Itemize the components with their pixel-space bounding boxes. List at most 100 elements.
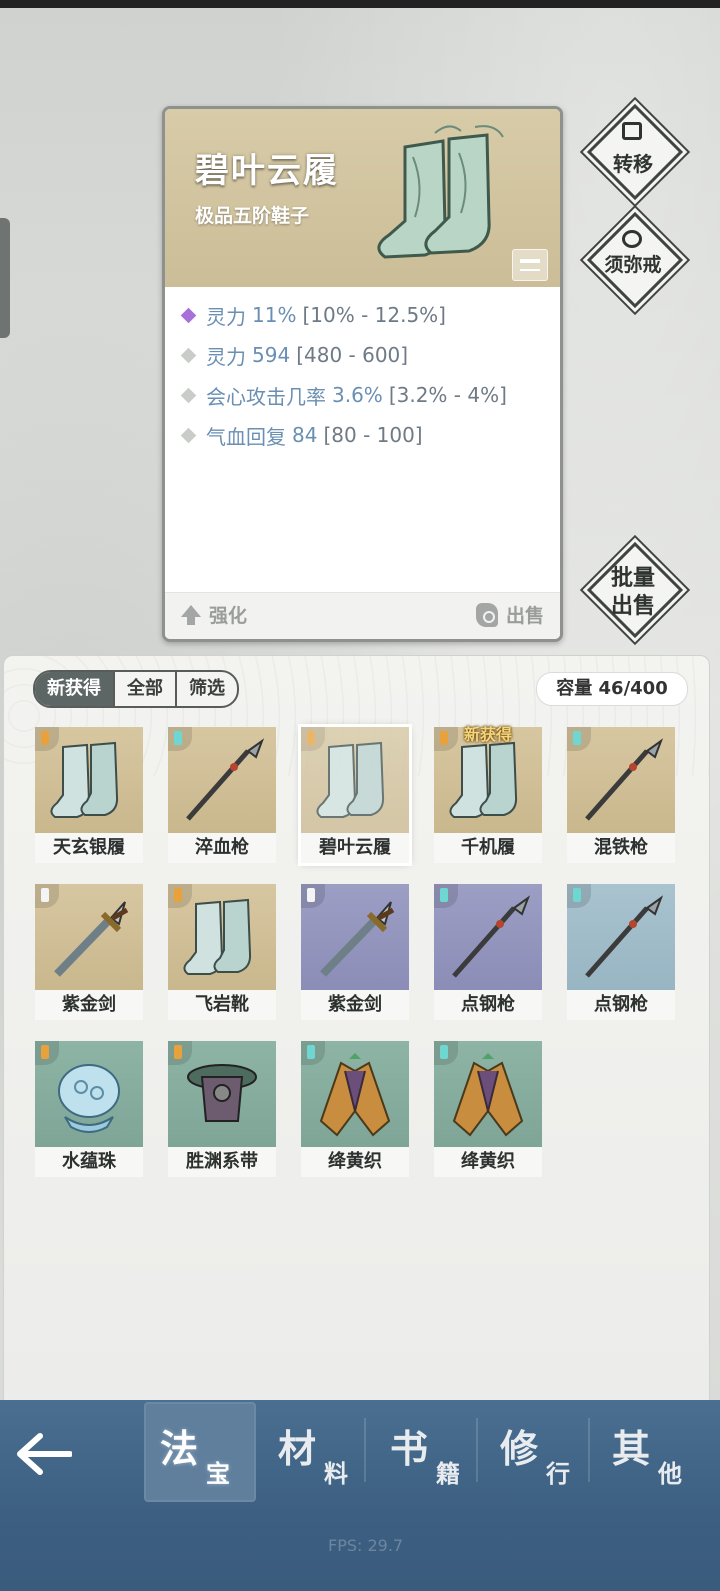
inventory-slot[interactable]: 水蕴珠: [35, 1041, 143, 1177]
stat-row: 灵力 11% [10% - 12.5%]: [179, 295, 507, 335]
inventory-slot[interactable]: 飞岩靴: [168, 884, 276, 1020]
inventory-slot[interactable]: 淬血枪: [168, 727, 276, 863]
nav-label-main: 书: [390, 1427, 429, 1471]
grey-diamond-icon: [180, 347, 197, 363]
item-name: 淬血枪: [168, 833, 276, 863]
stat-list: 灵力 11% [10% - 12.5%] 灵力 594 [480 - 600] …: [179, 295, 507, 455]
item-art: [168, 727, 276, 833]
inventory-slot[interactable]: 绛黄织: [301, 1041, 409, 1177]
spear-icon: [452, 895, 531, 978]
item-art: [434, 1041, 542, 1147]
inventory-slot[interactable]: 点钢枪: [434, 884, 542, 1020]
inventory-slot[interactable]: 千机履 新获得: [434, 725, 542, 863]
enhance-button[interactable]: 强化: [181, 601, 247, 628]
nav-label-sub: 他: [658, 1460, 682, 1488]
inventory-slot[interactable]: 绛黄织: [434, 1041, 542, 1177]
item-name: 紫金剑: [35, 990, 143, 1020]
batch-sell-button[interactable]: 批量 出售: [586, 541, 684, 639]
boots-icon: [50, 741, 119, 818]
nav-materials[interactable]: 材 料: [268, 1414, 368, 1494]
inventory-slot[interactable]: 碧叶云履: [298, 724, 412, 866]
nav-cultivation[interactable]: 修 行: [490, 1414, 590, 1494]
tab-filter[interactable]: 筛选: [177, 672, 237, 706]
spear-icon: [585, 738, 664, 821]
nav-label-main: 修: [500, 1427, 539, 1471]
nav-label-sub: 行: [546, 1460, 570, 1488]
arrow-up-icon: [181, 604, 201, 625]
inventory-slot[interactable]: 点钢枪: [567, 884, 675, 1020]
item-art: [168, 884, 276, 990]
item-art: [301, 727, 409, 833]
nav-treasure[interactable]: 法 宝: [150, 1414, 250, 1494]
enhance-label: 强化: [209, 605, 248, 627]
stat-value: 84: [292, 423, 318, 447]
sell-button[interactable]: 出售: [475, 601, 544, 628]
stat-range: [80 - 100]: [323, 423, 423, 447]
item-title: 碧叶云履: [195, 151, 339, 191]
stat-value: 3.6%: [332, 383, 383, 407]
card-actions: 强化 出售: [165, 592, 560, 639]
grey-diamond-icon: [180, 387, 197, 403]
stat-name: 灵力: [206, 344, 246, 369]
inventory-slot[interactable]: 紫金剑: [35, 884, 143, 1020]
item-art: [434, 884, 542, 990]
inventory-slot[interactable]: 胜渊系带: [168, 1041, 276, 1177]
item-art: [567, 727, 675, 833]
sword-icon: [54, 901, 129, 977]
item-subtitle: 极品五阶鞋子: [195, 205, 310, 227]
tab-new[interactable]: 新获得: [35, 672, 115, 706]
side-drawer-handle[interactable]: [0, 218, 10, 338]
back-arrow-icon[interactable]: [16, 1432, 72, 1476]
sword-icon: [320, 901, 395, 977]
ring-label: 须弥戒: [604, 254, 662, 276]
stat-name: 气血回复: [206, 424, 286, 449]
nav-label-main: 法: [160, 1427, 199, 1471]
item-name: 绛黄织: [301, 1147, 409, 1177]
stat-range: [10% - 12.5%]: [302, 303, 446, 327]
stat-name: 会心攻击几率: [206, 384, 326, 409]
upload-icon: [622, 122, 642, 140]
nav-books[interactable]: 书 籍: [380, 1414, 480, 1494]
nav-label-main: 材: [278, 1427, 317, 1471]
item-art: [567, 884, 675, 990]
nav-other[interactable]: 其 他: [602, 1414, 702, 1494]
nav-label-sub: 宝: [206, 1460, 230, 1488]
status-bar: [0, 0, 720, 8]
lock-badge-icon[interactable]: [512, 249, 548, 281]
item-name: 点钢枪: [434, 990, 542, 1020]
stat-range: [3.2% - 4%]: [388, 383, 507, 407]
nav-divider: [476, 1418, 478, 1482]
storage-ring-button[interactable]: 须弥戒: [586, 211, 684, 309]
spear-icon: [585, 895, 664, 978]
item-detail-card: 碧叶云履 极品五阶鞋子 灵力 11% [10% - 12.5%] 灵力 594 …: [162, 106, 563, 642]
item-name: 紫金剑: [301, 990, 409, 1020]
stat-name: 灵力: [206, 304, 246, 329]
sell-label: 出售: [505, 605, 544, 627]
transfer-button[interactable]: 转移: [586, 103, 684, 201]
item-art: [35, 727, 143, 833]
item-name: 点钢枪: [567, 990, 675, 1020]
inventory-slot[interactable]: 天玄银履: [35, 727, 143, 863]
stat-range: [480 - 600]: [296, 343, 409, 367]
boots-icon: [377, 125, 504, 259]
item-art: [35, 884, 143, 990]
item-name: 绛黄织: [434, 1147, 542, 1177]
inventory-slot[interactable]: 紫金剑: [301, 884, 409, 1020]
item-name: 千机履: [434, 833, 542, 863]
item-art: [35, 1041, 143, 1147]
nav-label-main: 其: [612, 1427, 651, 1471]
money-bag-icon: [475, 602, 498, 627]
robe-icon: [452, 1053, 524, 1137]
capacity-badge: 容量 46/400: [536, 672, 688, 706]
transfer-label: 转移: [613, 152, 653, 176]
item-name: 飞岩靴: [168, 990, 276, 1020]
inventory-slot[interactable]: 混铁枪: [567, 727, 675, 863]
stat-row: 会心攻击几率 3.6% [3.2% - 4%]: [179, 375, 507, 415]
purple-diamond-icon: [180, 307, 197, 323]
inventory-tabs: 新获得 全部 筛选: [33, 670, 239, 708]
tab-all[interactable]: 全部: [115, 672, 177, 706]
fps-counter: FPS: 29.7: [328, 1536, 404, 1555]
grey-diamond-icon: [180, 427, 197, 443]
nav-divider: [588, 1418, 590, 1482]
stat-row: 气血回复 84 [80 - 100]: [179, 415, 507, 455]
